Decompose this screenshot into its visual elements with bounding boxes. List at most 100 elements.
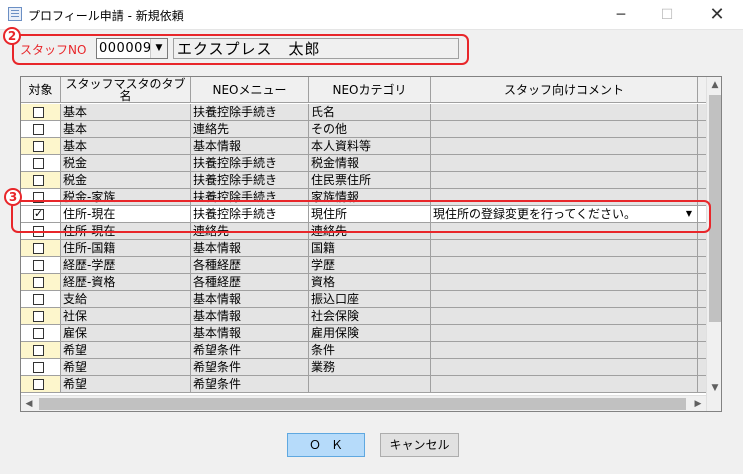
target-checkbox[interactable] [33,175,44,186]
target-cell [21,121,61,138]
neo-menu-cell: 基本情報 [191,138,309,155]
staff-comment-cell[interactable] [431,359,698,376]
neo-menu-cell: 扶養控除手続き [191,155,309,172]
neo-menu-cell: 基本情報 [191,291,309,308]
callout-badge-3: 3 [4,188,22,206]
scroll-down-icon[interactable]: ▼ [707,380,721,396]
staff-no-select[interactable]: 000009 ▼ [96,38,168,59]
table-row[interactable]: 住所-国籍 基本情報 国籍 [21,240,706,257]
target-cell [21,325,61,342]
staff-comment-cell[interactable] [431,376,698,393]
neo-menu-cell: 基本情報 [191,308,309,325]
staff-comment-cell[interactable] [431,325,698,342]
minimize-button[interactable]: ─ [598,0,644,30]
neo-category-cell: 本人資料等 [309,138,431,155]
filler-cell [698,291,706,308]
target-checkbox[interactable] [33,311,44,322]
filler-cell [698,172,706,189]
staff-no-label: スタッフNO [20,43,87,57]
staff-comment-cell[interactable] [431,138,698,155]
scroll-up-icon[interactable]: ▲ [707,77,721,93]
table-row[interactable]: 基本 連絡先 その他 [21,121,706,138]
target-checkbox[interactable] [33,243,44,254]
table-row[interactable]: 社保 基本情報 社会保険 [21,308,706,325]
target-checkbox[interactable] [33,294,44,305]
maximize-button: ☐ [660,7,674,23]
filler-cell [698,376,706,393]
table-row[interactable]: 税金 扶養控除手続き 税金情報 [21,155,706,172]
target-cell [21,274,61,291]
target-checkbox[interactable] [33,141,44,152]
staff-comment-cell[interactable] [431,308,698,325]
staff-comment-cell[interactable] [431,342,698,359]
neo-menu-cell: 扶養控除手続き [191,104,309,121]
title-bar: プロフィール申請 - 新規依頼 ─ ☐ ✕ [0,0,743,30]
tab-name-cell: 住所-国籍 [61,240,191,257]
target-checkbox[interactable] [33,158,44,169]
staff-comment-cell[interactable] [431,274,698,291]
target-checkbox[interactable] [33,277,44,288]
tab-name-cell: 税金 [61,155,191,172]
target-checkbox[interactable] [33,107,44,118]
staff-comment-cell[interactable] [431,257,698,274]
tab-name-cell: 基本 [61,104,191,121]
tab-name-cell: 経歴-資格 [61,274,191,291]
staff-comment-cell[interactable] [431,172,698,189]
horizontal-scrollbar[interactable]: ◀ ▶ [21,395,706,411]
table-row[interactable]: 経歴-学歴 各種経歴 学歴 [21,257,706,274]
cancel-button[interactable]: キャンセル [380,433,459,457]
filler-cell [698,325,706,342]
staff-comment-cell[interactable] [431,155,698,172]
table-row[interactable]: 希望 希望条件 [21,376,706,393]
table-row[interactable]: 基本 基本情報 本人資料等 [21,138,706,155]
table-row[interactable]: 雇保 基本情報 雇用保険 [21,325,706,342]
close-button[interactable]: ✕ [694,0,740,30]
target-cell [21,240,61,257]
table-row[interactable]: 希望 希望条件 条件 [21,342,706,359]
tab-name-cell: 希望 [61,342,191,359]
scroll-left-icon[interactable]: ◀ [21,396,37,411]
target-cell [21,291,61,308]
staff-comment-cell[interactable] [431,240,698,257]
filler-cell [698,240,706,257]
tab-name-cell: 社保 [61,308,191,325]
column-header-neo-menu: NEOメニュー [191,77,309,103]
staff-comment-cell[interactable] [431,291,698,308]
target-cell [21,155,61,172]
column-header-target: 対象 [21,77,61,103]
target-checkbox[interactable] [33,362,44,373]
table-row[interactable]: 経歴-資格 各種経歴 資格 [21,274,706,291]
scroll-right-icon[interactable]: ▶ [690,396,706,411]
target-checkbox[interactable] [33,328,44,339]
neo-menu-cell: 各種経歴 [191,274,309,291]
column-header-neo-category: NEOカテゴリ [309,77,431,103]
window-title: プロフィール申請 - 新規依頼 [28,9,184,23]
target-checkbox[interactable] [33,124,44,135]
filler-cell [698,104,706,121]
target-checkbox[interactable] [33,379,44,390]
target-checkbox[interactable] [33,260,44,271]
filler-cell [698,308,706,325]
table-row[interactable]: 税金 扶養控除手続き 住民票住所 [21,172,706,189]
staff-comment-cell[interactable] [431,104,698,121]
neo-category-cell: 振込口座 [309,291,431,308]
target-cell [21,376,61,393]
ok-button[interactable]: ＯＫ [287,433,365,457]
target-cell [21,308,61,325]
table-row[interactable]: 希望 希望条件 業務 [21,359,706,376]
staff-name-field: エクスプレス 太郎 [173,38,459,59]
target-cell [21,104,61,121]
table-row[interactable]: 支給 基本情報 振込口座 [21,291,706,308]
app-icon [8,7,22,21]
neo-menu-cell: 各種経歴 [191,257,309,274]
neo-menu-cell: 希望条件 [191,359,309,376]
horizontal-scroll-thumb[interactable] [39,398,686,410]
target-cell [21,257,61,274]
tab-name-cell: 基本 [61,121,191,138]
chevron-down-icon[interactable]: ▼ [150,39,167,58]
neo-category-cell: 雇用保険 [309,325,431,342]
table-row[interactable]: 基本 扶養控除手続き 氏名 [21,104,706,121]
vertical-scrollbar[interactable]: ▲ ▼ [706,77,721,411]
staff-comment-cell[interactable] [431,121,698,138]
target-checkbox[interactable] [33,345,44,356]
